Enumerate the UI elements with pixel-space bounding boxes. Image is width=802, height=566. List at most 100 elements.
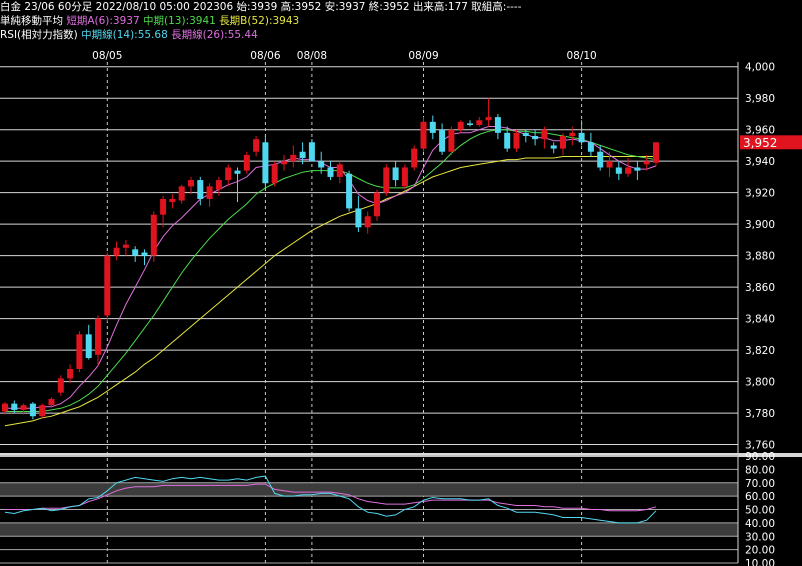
candle-down bbox=[141, 252, 148, 256]
candle-up bbox=[625, 167, 632, 174]
price-tick-label: 3,760 bbox=[745, 440, 775, 452]
candle-down bbox=[615, 167, 622, 174]
price-tick-label: 3,920 bbox=[745, 188, 775, 200]
price-tick-label: 3,800 bbox=[745, 377, 775, 389]
candle-up bbox=[2, 403, 8, 412]
candle-up bbox=[243, 154, 250, 171]
ma-legend-title: 単純移動平均 bbox=[0, 15, 63, 27]
rsi-tick-label: 90.00 bbox=[745, 451, 775, 463]
candle-down bbox=[439, 129, 446, 152]
rsi-legend: RSI(相対力指数) 中期線(14):55.68 長期線(26):55.44 bbox=[0, 28, 258, 42]
candle-down bbox=[262, 142, 269, 184]
candle-down bbox=[299, 151, 306, 159]
date-label: 08/05 bbox=[92, 50, 122, 62]
rsi-long-legend: 長期線(26):55.44 bbox=[171, 29, 258, 41]
candle-up bbox=[569, 132, 576, 136]
candle-down bbox=[234, 170, 241, 174]
candle-up bbox=[401, 167, 408, 187]
candle-up bbox=[364, 216, 371, 228]
candle-down bbox=[197, 180, 204, 199]
candle-up bbox=[95, 318, 101, 355]
candle-down bbox=[597, 151, 604, 168]
rsi-mid-legend: 中期線(14):55.68 bbox=[81, 29, 168, 41]
candle-up bbox=[20, 405, 27, 410]
candle-down bbox=[550, 145, 557, 149]
candle-up bbox=[643, 161, 650, 165]
candle-up bbox=[104, 255, 111, 316]
candle-up bbox=[476, 120, 483, 125]
price-tick-label: 3,860 bbox=[745, 282, 775, 294]
candle-up bbox=[160, 198, 167, 215]
candle-down bbox=[467, 123, 473, 125]
rsi-band bbox=[0, 482, 738, 497]
rsi-band bbox=[0, 522, 738, 537]
candle-down bbox=[85, 334, 92, 358]
candle-down bbox=[494, 117, 501, 133]
rsi-legend-title: RSI(相対力指数) bbox=[0, 29, 78, 41]
candle-up bbox=[48, 398, 55, 406]
candle-down bbox=[429, 121, 436, 133]
price-tick-label: 3,780 bbox=[745, 408, 775, 420]
chart-canvas: 4,0003,9803,9603,9403,9203,9003,8803,860… bbox=[0, 50, 802, 566]
candle-up bbox=[253, 139, 260, 152]
candle-up bbox=[448, 129, 455, 152]
ma-short-legend: 短期A(6):3937 bbox=[66, 15, 140, 27]
candle-down bbox=[11, 403, 18, 410]
ma-long-line bbox=[4, 156, 656, 427]
ma-long-legend: 長期B(52):3943 bbox=[219, 15, 300, 27]
candle-up bbox=[39, 405, 46, 417]
candle-up bbox=[188, 180, 194, 187]
candle-down bbox=[522, 132, 529, 136]
ma-mid-legend: 中期(13):3941 bbox=[143, 15, 216, 27]
candle-up bbox=[560, 135, 566, 149]
rsi-tick-label: 40.00 bbox=[745, 518, 775, 530]
candle-down bbox=[532, 135, 539, 140]
instrument-info-text: 白金 23/06 60分足 2022/08/10 05:00 202306 始:… bbox=[0, 1, 522, 13]
candle-down bbox=[327, 167, 334, 177]
rsi-tick-label: 20.00 bbox=[745, 545, 775, 557]
candle-up bbox=[541, 129, 548, 140]
price-tick-label: 3,900 bbox=[745, 219, 775, 231]
candle-up bbox=[122, 244, 129, 248]
candle-up bbox=[206, 186, 213, 199]
candle-up bbox=[271, 164, 278, 184]
candle-down bbox=[318, 161, 325, 168]
rsi-tick-label: 30.00 bbox=[745, 531, 775, 543]
candle-up bbox=[383, 167, 390, 193]
candle-up bbox=[57, 378, 64, 393]
candle-up bbox=[411, 148, 418, 168]
rsi-panel: 90.0080.00 70.0060.00 50.0040.0030.00 20.00… bbox=[0, 451, 775, 566]
candle-down bbox=[308, 142, 315, 162]
candle-up bbox=[336, 164, 343, 177]
candle-up bbox=[457, 121, 464, 130]
candle-up bbox=[67, 368, 74, 379]
candle-up bbox=[113, 247, 120, 256]
candle-up bbox=[281, 161, 287, 165]
candle-down bbox=[634, 167, 641, 171]
candle-up bbox=[513, 132, 520, 149]
candle-up bbox=[215, 180, 222, 190]
date-label: 08/09 bbox=[408, 50, 438, 62]
candle-up bbox=[290, 154, 297, 162]
price-tick-label: 3,840 bbox=[745, 314, 775, 326]
price-tick-label: 4,000 bbox=[745, 62, 775, 74]
candle-down bbox=[132, 249, 139, 256]
candle-down bbox=[587, 142, 594, 152]
candle-up bbox=[150, 214, 157, 256]
date-label: 08/06 bbox=[250, 50, 281, 62]
price-tick-label: 3,980 bbox=[745, 93, 775, 105]
candle-down bbox=[392, 167, 399, 181]
date-label: 08/08 bbox=[297, 50, 327, 62]
candle-up bbox=[374, 192, 380, 217]
candle-down bbox=[346, 173, 353, 209]
candle-up bbox=[76, 334, 83, 369]
rsi-tick-label: 80.00 bbox=[745, 464, 775, 476]
price-tick-label: 3,940 bbox=[745, 156, 775, 168]
candle-up bbox=[606, 161, 613, 168]
candle-up bbox=[485, 117, 492, 121]
rsi-tick-label: 10.00 bbox=[745, 558, 775, 566]
instrument-info: 白金 23/06 60分足 2022/08/10 05:00 202306 始:… bbox=[0, 0, 522, 14]
candle-up bbox=[420, 121, 427, 149]
candle-down bbox=[504, 132, 511, 149]
ma-legend: 単純移動平均 短期A(6):3937 中期(13):3941 長期B(52):3… bbox=[0, 14, 299, 28]
